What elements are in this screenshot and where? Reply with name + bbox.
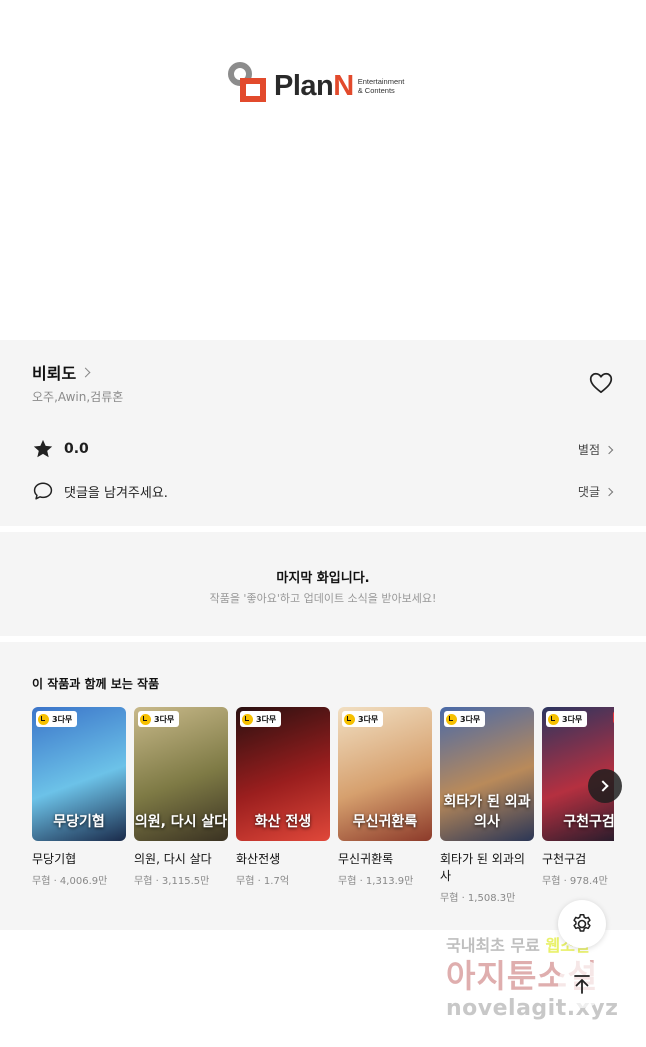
- cover-thumbnail[interactable]: 3다무무신귀환록: [338, 707, 432, 841]
- rating-value: 0.0: [64, 441, 89, 457]
- recommendation-card[interactable]: 3다무 무당기협 무당기협 무협 · 4,006.9만: [32, 707, 126, 887]
- recommendation-card[interactable]: 3다무화산 전생화산전생무협 · 1.7억: [236, 707, 330, 887]
- recommendation-meta: 무협 · 1,313.9만: [338, 876, 414, 887]
- recommendation-card[interactable]: 3다무 회타가 된 외과의사 회타가 된 외과의사 무협 · 1,508.3만: [440, 707, 534, 904]
- heart-icon[interactable]: [588, 370, 614, 396]
- recommendation-meta: 무협 · 1,508.3만: [440, 893, 516, 904]
- comment-prompt[interactable]: 댓글을 남겨주세요.: [32, 480, 168, 502]
- cover-thumbnail[interactable]: 3다무무당기협: [32, 707, 126, 841]
- recommendations-heading: 이 작품과 함께 보는 작품: [32, 677, 160, 691]
- last-episode-notice: 마지막 화입니다. 작품을 '좋아요'하고 업데이트 소식을 받아보세요!: [0, 532, 646, 636]
- free-badge: 3다무: [444, 711, 486, 727]
- comment-link[interactable]: 댓글: [577, 483, 614, 500]
- recommendation-meta: 무협 · 978.4만: [542, 876, 608, 887]
- cover-thumbnail[interactable]: 3다무회타가 된 외과의사: [440, 707, 534, 841]
- last-episode-subtitle: 작품을 '좋아요'하고 업데이트 소식을 받아보세요!: [209, 592, 437, 605]
- recommendation-title[interactable]: 회타가 된 외과의사: [440, 851, 534, 885]
- chevron-right-icon: [597, 780, 609, 792]
- logo-subtitle: Entertainment & Contents: [357, 77, 405, 95]
- update-badge: UP: [612, 711, 614, 724]
- work-authors: 오주,Awin,검류혼: [32, 390, 124, 404]
- chevron-right-icon: [604, 487, 614, 496]
- rating-link[interactable]: 별점: [577, 441, 614, 458]
- cover-title-art: 의원, 다시 살다: [134, 814, 228, 830]
- page: PlanN Entertainment & Contents 비뢰도 오주,Aw…: [0, 0, 646, 1047]
- cover-title-art: 무신귀환록: [352, 814, 418, 830]
- recommendation-card[interactable]: 3다무 의원, 다시 살다 의원, 다시 살다 무협 · 3,115.5만: [134, 707, 228, 887]
- recommendation-title[interactable]: 의원, 다시 살다: [134, 851, 228, 868]
- free-badge: 3다무: [36, 711, 78, 727]
- plann-logo: PlanN Entertainment & Contents: [226, 58, 404, 106]
- logo-wordmark: PlanN: [274, 69, 354, 102]
- work-title: 비뢰도: [32, 364, 77, 383]
- rating-link-label: 별점: [577, 443, 600, 457]
- recommendation-title[interactable]: 무신귀환록: [338, 851, 432, 868]
- cover-thumbnail[interactable]: 3다무의원, 다시 살다: [134, 707, 228, 841]
- banner: PlanN Entertainment & Contents: [0, 0, 646, 340]
- recommendation-title[interactable]: 화산전생: [236, 851, 330, 868]
- logo-mark: [226, 60, 272, 104]
- free-badge: 3다무: [546, 711, 588, 727]
- work-info-panel: 비뢰도 오주,Awin,검류혼 0.0 별점 댓글을 남겨주세요. 댓글: [0, 340, 646, 526]
- clock-icon: [242, 713, 253, 725]
- watermark-line3: novelagit.xyz: [446, 996, 619, 1021]
- recommendations-section: 이 작품과 함께 보는 작품 3다무 무당기협 무당기협 무협 · 4,006.9만 3…: [0, 642, 646, 930]
- speech-bubble-icon: [33, 482, 53, 500]
- clock-icon: [140, 713, 151, 725]
- recommendation-meta: 무협 · 1.7억: [236, 876, 290, 887]
- cover-thumbnail[interactable]: 3다무화산 전생: [236, 707, 330, 841]
- watermark: 국내최초 무료 웹소설 아지툰소설 novelagit.xyz: [446, 932, 636, 1021]
- cover-title-art: 구천구검: [563, 814, 614, 830]
- comment-link-label: 댓글: [577, 485, 600, 499]
- free-badge: 3다무: [342, 711, 384, 727]
- cover-title-art: 화산 전생: [254, 814, 312, 830]
- recommendation-meta: 무협 · 3,115.5만: [134, 876, 210, 887]
- chevron-right-icon: [604, 445, 614, 454]
- rating-row: 0.0: [32, 438, 89, 460]
- recommendation-card[interactable]: 3다무 무신귀환록 무신귀환록 무협 · 1,313.9만: [338, 707, 432, 887]
- cover-title-art: 무당기협: [53, 814, 105, 830]
- clock-icon: [38, 713, 49, 725]
- star-icon: [33, 439, 53, 458]
- watermark-line2: 아지툰소설: [446, 957, 599, 995]
- last-episode-title: 마지막 화입니다.: [276, 571, 370, 586]
- scroll-top-button[interactable]: [558, 960, 606, 1008]
- recommendations-carousel[interactable]: 3다무 무당기협 무당기협 무협 · 4,006.9만 3다무 의원, 다시 살다 의원, …: [32, 707, 614, 917]
- gear-icon: [573, 914, 591, 932]
- recommendation-meta: 무협 · 4,006.9만: [32, 876, 108, 887]
- work-title-link[interactable]: 비뢰도: [32, 360, 91, 384]
- arrow-up-icon: [574, 975, 590, 994]
- watermark-line1: 국내최초 무료 웹소설: [446, 936, 590, 955]
- comment-prompt-text: 댓글을 남겨주세요.: [64, 485, 168, 501]
- clock-icon: [344, 713, 355, 725]
- settings-button[interactable]: [558, 900, 606, 948]
- recommendation-title[interactable]: 무당기협: [32, 851, 126, 868]
- chevron-right-icon: [80, 367, 91, 377]
- clock-icon: [548, 713, 559, 725]
- cover-title-art: 회타가 된 외과의사: [443, 794, 531, 830]
- carousel-next-button[interactable]: [588, 769, 622, 803]
- free-badge: 3다무: [240, 711, 282, 727]
- free-badge: 3다무: [138, 711, 180, 727]
- clock-icon: [446, 713, 457, 725]
- recommendation-title[interactable]: 구천구검: [542, 851, 614, 868]
